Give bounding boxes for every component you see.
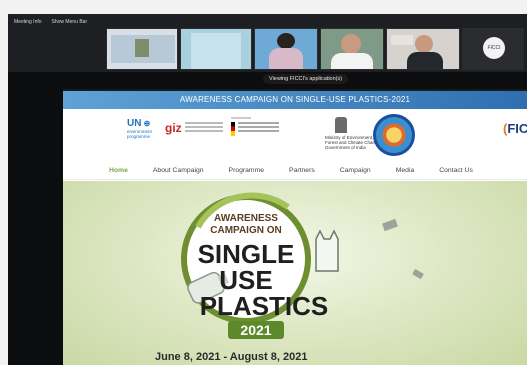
- nav-programme[interactable]: Programme: [229, 167, 265, 174]
- shared-screen: AWARENESS CAMPAIGN ON SINGLE-USE PLASTIC…: [63, 89, 527, 365]
- nav-about-campaign[interactable]: About Campaign: [153, 167, 204, 174]
- show-menu-bar-button[interactable]: Show Menu Bar: [52, 19, 88, 25]
- participant-ficci-tile[interactable]: FICCI: [462, 28, 524, 70]
- hero-plastics: PLASTICS: [200, 291, 329, 321]
- campaign-circular-logo: [373, 114, 415, 156]
- german-ministry-logo: [231, 117, 279, 136]
- nav-home[interactable]: Home: [109, 167, 128, 174]
- hero-year: 2021: [240, 322, 271, 338]
- meeting-controls: Meeting Info Show Menu Bar: [14, 19, 87, 25]
- decorative-shape: [382, 218, 398, 232]
- zoom-toolbar: Meeting Info Show Menu Bar FICCI: [8, 14, 527, 72]
- participant-video-4[interactable]: [320, 28, 384, 70]
- giz-caption-lines: [185, 122, 223, 132]
- nav-campaign[interactable]: Campaign: [340, 167, 371, 174]
- nav-contact-us[interactable]: Contact Us: [439, 167, 473, 174]
- participant-video-2[interactable]: [180, 28, 252, 70]
- campaign-website: AWARENESS CAMPAIGN ON SINGLE-USE PLASTIC…: [63, 91, 527, 365]
- site-nav: Home About Campaign Programme Partners C…: [63, 161, 527, 180]
- hero-line-1: AWARENESS: [214, 213, 278, 224]
- site-title-bar: AWARENESS CAMPAIGN ON SINGLE-USE PLASTIC…: [63, 91, 527, 109]
- giz-logo: giz: [165, 121, 182, 135]
- ficci-logo: (FICCI: [503, 121, 527, 136]
- decorative-shape: [412, 268, 424, 280]
- ficci-avatar: FICCI: [483, 37, 505, 59]
- screen-share-banner[interactable]: Viewing FICCI's application(s): [263, 74, 349, 84]
- campaign-dates: June 8, 2021 - August 8, 2021: [155, 351, 308, 363]
- participant-video-5[interactable]: [386, 28, 460, 70]
- participant-video-1[interactable]: [106, 28, 178, 70]
- nav-media[interactable]: Media: [396, 167, 415, 174]
- meeting-info-button[interactable]: Meeting Info: [14, 19, 42, 25]
- campaign-badge: AWARENESS CAMPAIGN ON SINGLE USE PLASTIC…: [168, 187, 358, 362]
- hero-line-2: CAMPAIGN ON: [210, 225, 281, 236]
- campaign-badge-graphic: AWARENESS CAMPAIGN ON SINGLE USE PLASTIC…: [181, 192, 339, 339]
- nav-partners[interactable]: Partners: [289, 167, 315, 174]
- hero-banner: AWARENESS CAMPAIGN ON SINGLE USE PLASTIC…: [63, 181, 527, 365]
- unep-logo: UN ⊕ environment programme: [127, 118, 152, 140]
- participant-video-3[interactable]: [254, 28, 318, 70]
- partner-logos-row: UN ⊕ environment programme giz Ministry …: [63, 109, 527, 161]
- ashoka-emblem-icon: [335, 117, 347, 133]
- monitor-screen: Meeting Info Show Menu Bar FICCI Viewing: [8, 14, 527, 365]
